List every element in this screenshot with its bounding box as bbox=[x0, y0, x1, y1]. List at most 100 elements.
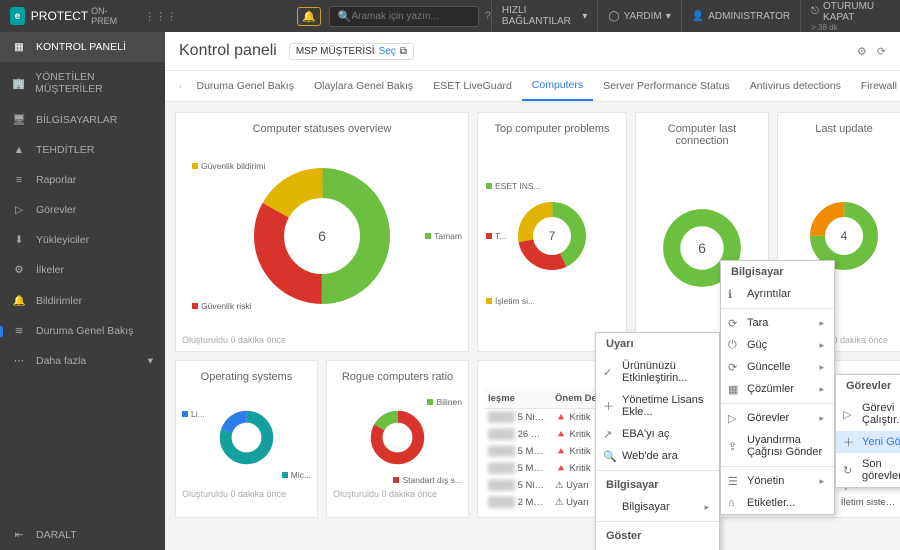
search-input[interactable] bbox=[352, 11, 470, 22]
quick-links[interactable]: HIZLI BAĞLANTILAR▾ bbox=[491, 0, 597, 32]
scroll-left-icon[interactable]: ‹ bbox=[179, 80, 187, 92]
sidebar-item-reports[interactable]: ≡Raporlar bbox=[0, 165, 165, 195]
ctx-item-activate[interactable]: ✓Ürününüzü Etkinleştirin... bbox=[596, 355, 719, 389]
msp-badge[interactable]: MSP MÜŞTERİSİ Seç ⧉ bbox=[289, 43, 414, 60]
sidebar-item-computers[interactable]: 🖥BİLGİSAYARLAR bbox=[0, 104, 165, 135]
card-title: Top computer problems bbox=[484, 119, 620, 141]
sidebar-item-notifications[interactable]: 🔔Bildirimler bbox=[0, 285, 165, 316]
tab-incidents[interactable]: Olaylara Genel Bakış bbox=[304, 72, 423, 100]
ctx-item-license[interactable]: ＋Yönetime Lisans Ekle... bbox=[596, 389, 719, 423]
admin-label: ADMINISTRATOR bbox=[708, 11, 790, 22]
ctx-item[interactable]: ℹ Ayrıntılar bbox=[721, 283, 834, 305]
legend-label: İşletim si... bbox=[495, 296, 535, 306]
box-icon: ⬇ bbox=[12, 234, 26, 246]
logout-sub: > 38 dk bbox=[811, 23, 837, 32]
menu-icon: ⇪ bbox=[728, 440, 737, 453]
legend-label: Güvenlik riski bbox=[201, 301, 252, 311]
ctx-item[interactable]: ☰Yönetin▸ bbox=[721, 470, 834, 492]
gear-icon[interactable]: ⚙ bbox=[857, 45, 867, 58]
menu-icon: ⟳ bbox=[728, 361, 737, 374]
card-statuses[interactable]: Computer statuses overview 6 Güvenlik bi… bbox=[175, 112, 469, 352]
sidebar-item-status[interactable]: 12≋Duruma Genel Bakış bbox=[0, 316, 165, 346]
tab-fw[interactable]: Firewall detections bbox=[851, 72, 900, 100]
ctx-header: Bilgisayar bbox=[721, 261, 834, 283]
ctx-header: Göster bbox=[596, 525, 719, 547]
sidebar-item-policies[interactable]: ⚙İlkeler bbox=[0, 255, 165, 285]
ctx-item[interactable]: ＋Yeni Görev... bbox=[836, 431, 900, 453]
ctx-item-computer[interactable]: Bilgisayar▸ bbox=[596, 496, 719, 518]
chevron-down-icon: ▾ bbox=[666, 11, 671, 22]
menu-icon: ⏻ bbox=[728, 339, 737, 352]
menu-icon: ▷ bbox=[728, 412, 736, 425]
sidebar-item-more[interactable]: 1⋯Daha fazla▾ bbox=[0, 346, 165, 376]
card-title: Rogue computers ratio bbox=[333, 367, 462, 389]
dots-icon: ⋯ bbox=[12, 355, 26, 367]
ctx-item[interactable]: ⟳Tara▸ bbox=[721, 312, 834, 334]
ctx-item[interactable]: ▷Görevler▸ bbox=[721, 407, 834, 429]
menu-icon: ＋ bbox=[843, 434, 854, 450]
main-header: Kontrol paneli MSP MÜŞTERİSİ Seç ⧉ ⚙ ⟳ bbox=[165, 32, 900, 71]
ctx-item-websearch[interactable]: 🔍 Web'de ara bbox=[596, 445, 719, 467]
card-os[interactable]: Operating systems Li... Mic... Oluşturul… bbox=[175, 360, 318, 518]
ctx-label: Görevi Çalıştır... bbox=[862, 402, 900, 426]
card-rogue[interactable]: Rogue computers ratio Bilinen Standart d… bbox=[326, 360, 469, 518]
sidebar-item-label: Yükleyiciler bbox=[36, 234, 89, 246]
col-name[interactable]: leşme bbox=[484, 389, 551, 409]
help-menu[interactable]: ◯YARDIM▾ bbox=[597, 0, 680, 32]
sidebar-collapse[interactable]: ⇤DARALT bbox=[0, 520, 165, 550]
ctx-item-eba[interactable]: ↗EBA'yı aç bbox=[596, 423, 719, 445]
tab-av[interactable]: Antivirus detections bbox=[740, 72, 851, 100]
ctx-label: Web'de ara bbox=[622, 450, 678, 462]
legend-label: Li... bbox=[191, 409, 205, 419]
logo[interactable]: e PROTECT ON-PREM bbox=[0, 6, 136, 26]
ctx-item[interactable]: ⟳Güncelle▸ bbox=[721, 356, 834, 378]
sidebar-item-installers[interactable]: ⬇ Yükleyiciler bbox=[0, 225, 165, 255]
logout-icon: ⎋ bbox=[811, 6, 819, 17]
card-title: Computer statuses overview bbox=[182, 119, 462, 141]
search-box[interactable]: 🔍 bbox=[329, 6, 479, 27]
logo-icon: e bbox=[10, 7, 25, 25]
legend-label: Güvenlik bildirimi bbox=[201, 161, 265, 171]
ctx-label: EBA'yı aç bbox=[622, 428, 669, 440]
legend-label: Standart dış s... bbox=[402, 475, 462, 485]
sidebar-badge: 12 bbox=[0, 326, 3, 337]
sidebar-item-clients[interactable]: 🏢YÖNETİLEN MÜŞTERİLER bbox=[0, 62, 165, 104]
chevron-down-icon: ▾ bbox=[582, 11, 587, 22]
monitor-icon: 🖥 bbox=[12, 113, 26, 126]
sidebar-item-label: Görevler bbox=[36, 204, 76, 216]
menu-icon: ℹ bbox=[728, 288, 732, 301]
msp-select-link[interactable]: Seç bbox=[379, 46, 396, 57]
card-problems[interactable]: Top computer problems 7 ESET INS... T...… bbox=[477, 112, 627, 352]
app-grid-icon[interactable]: ⋮⋮⋮ bbox=[144, 10, 177, 23]
ctx-label: Güncelle bbox=[747, 361, 790, 373]
ctx-item[interactable]: ⇪Uyandırma Çağrısı Gönder bbox=[721, 429, 834, 463]
tab-server[interactable]: Server Performance Status bbox=[593, 72, 740, 100]
ctx-item[interactable]: ▦Çözümler▸ bbox=[721, 378, 834, 400]
tab-status[interactable]: Duruma Genel Bakış bbox=[187, 72, 304, 100]
bell-icon[interactable]: 🔔 bbox=[297, 7, 321, 26]
chevron-down-icon: ▾ bbox=[148, 355, 153, 367]
ctx-item[interactable]: ⌂Etiketler... bbox=[721, 492, 834, 514]
search-icon: 🔍 bbox=[603, 450, 617, 463]
sidebar-item-label: YÖNETİLEN MÜŞTERİLER bbox=[35, 71, 153, 95]
ctx-label: Ayrıntılar bbox=[747, 288, 791, 300]
tab-liveguard[interactable]: ESET LiveGuard bbox=[423, 72, 522, 100]
refresh-icon[interactable]: ⟳ bbox=[877, 45, 886, 58]
play-icon: ▷ bbox=[12, 204, 26, 216]
legend-label: T... bbox=[495, 231, 506, 241]
tabs: ‹ Duruma Genel Bakış Olaylara Genel Bakı… bbox=[165, 71, 900, 102]
sidebar-item-dashboard[interactable]: ▦KONTROL PANELİ bbox=[0, 32, 165, 62]
ctx-item[interactable]: ▷Görevi Çalıştır... bbox=[836, 397, 900, 431]
sidebar-item-threats[interactable]: ▲TEHDİTLER bbox=[0, 135, 165, 165]
logout-button[interactable]: ⎋OTURUMU KAPAT > 38 dk bbox=[800, 0, 900, 32]
ctx-item[interactable]: ⏻Güç▸ bbox=[721, 334, 834, 356]
card-footer: Oluşturuldu 0 dakika önce bbox=[182, 331, 462, 345]
ctx-item[interactable]: ↻Son görevler▸ bbox=[836, 453, 900, 487]
panels: Computer statuses overview 6 Güvenlik bi… bbox=[165, 102, 900, 550]
sidebar-item-tasks[interactable]: ▷ Görevler bbox=[0, 195, 165, 225]
warning-icon: ▲ bbox=[12, 144, 26, 156]
sidebar-item-label: KONTROL PANELİ bbox=[36, 41, 126, 53]
tab-computers[interactable]: Computers bbox=[522, 71, 593, 101]
card-footer: Oluşturuldu 0 dakika önce bbox=[182, 485, 311, 499]
admin-menu[interactable]: 👤ADMINISTRATOR bbox=[681, 0, 800, 32]
